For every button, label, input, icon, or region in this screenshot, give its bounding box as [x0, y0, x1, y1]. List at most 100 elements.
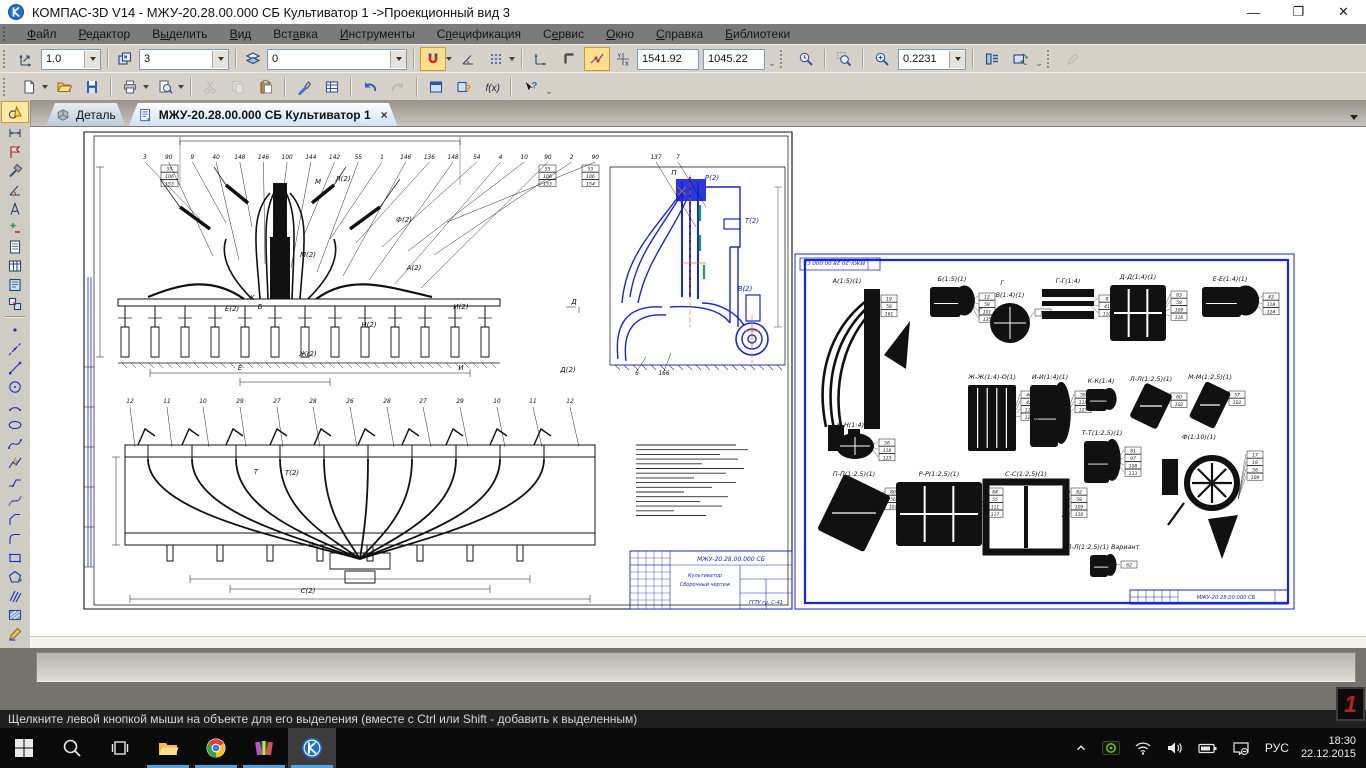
toolbar-drag-handle[interactable] [780, 50, 787, 68]
menu-item-1[interactable]: Файл [16, 27, 68, 41]
restore-button[interactable]: ❐ [1276, 0, 1321, 24]
winrar-button[interactable] [240, 728, 288, 768]
menu-item-11[interactable]: Библиотеки [714, 27, 801, 41]
refresh-image-button[interactable] [1007, 47, 1033, 71]
coordinate-y-field[interactable]: 1045.22 [703, 49, 765, 70]
toolbar-overflow-icon[interactable]: ⌄ [544, 77, 554, 97]
region-fill-tool-button[interactable] [2, 606, 28, 624]
view-number-combo[interactable]: 3 [139, 49, 229, 70]
toolbar-drag-handle[interactable] [3, 50, 10, 68]
print-button[interactable] [117, 75, 143, 99]
toolbar-overflow-icon[interactable]: ⌄ [1034, 49, 1044, 69]
language-indicator[interactable]: РУС [1265, 741, 1289, 755]
associative-views-tool-button[interactable] [2, 295, 28, 313]
zoom-level-combo[interactable]: 0.2231 [898, 49, 966, 70]
toolbar-overflow-icon[interactable]: ⌄ [767, 49, 777, 69]
zoom-previous-button[interactable] [793, 47, 819, 71]
menu-item-10[interactable]: Справка [645, 27, 714, 41]
view-number-combo-arrow[interactable] [212, 51, 228, 68]
paste-button[interactable] [253, 75, 279, 99]
menu-item-7[interactable]: Спецификация [426, 27, 532, 41]
dimensions-tool-button[interactable] [2, 124, 28, 142]
tab-list-dropdown-icon[interactable] [1350, 115, 1358, 120]
copy-properties-button[interactable] [291, 75, 317, 99]
spline-tool-button[interactable] [2, 435, 28, 453]
open-button[interactable] [51, 75, 77, 99]
layer-combo-arrow[interactable] [390, 51, 406, 68]
nvidia-tray-icon[interactable] [1102, 741, 1120, 755]
document-tab-2[interactable]: МЖУ-20.28.00.000 СБ Культиватор 1× [129, 103, 398, 126]
toolbar-drag-handle[interactable] [1047, 50, 1054, 68]
contour-tool-button[interactable] [2, 473, 28, 491]
wifi-icon[interactable] [1134, 741, 1152, 755]
collect-contour-tool-button[interactable] [2, 568, 28, 586]
minimize-button[interactable]: — [1231, 0, 1276, 24]
menu-item-8[interactable]: Сервис [532, 27, 595, 41]
polyline-tool-button[interactable] [2, 454, 28, 472]
drawing-area[interactable]: 3909401481461001441425511461361485441090… [30, 126, 1366, 637]
styles-button[interactable] [1060, 47, 1086, 71]
menu-item-4[interactable]: Вид [219, 27, 263, 41]
hatch-tool-button[interactable] [2, 587, 28, 605]
circle-tool-button[interactable] [2, 378, 28, 396]
editing-tool-button[interactable] [2, 162, 28, 180]
file-explorer-button[interactable] [144, 728, 192, 768]
arc-tool-button[interactable] [2, 397, 28, 415]
selection-tool-button[interactable] [2, 219, 28, 237]
desktop-counter-badge[interactable]: 1 [1336, 687, 1365, 721]
tab-close-icon[interactable]: × [381, 108, 388, 122]
rectangle-tool-button[interactable] [2, 549, 28, 567]
scale-combo[interactable]: 1.0 [41, 49, 101, 70]
document-layout-button[interactable] [979, 47, 1005, 71]
zoom-area-button[interactable] [831, 47, 857, 71]
grid-button[interactable] [483, 47, 509, 71]
toolbar-drag-handle[interactable] [3, 78, 10, 96]
menu-item-3[interactable]: Выделить [141, 27, 218, 41]
snap-lines-button[interactable] [584, 47, 610, 71]
menu-item-5[interactable]: Вставка [262, 27, 329, 41]
specification-tool-button[interactable] [2, 238, 28, 256]
properties-button[interactable] [319, 75, 345, 99]
fillet-tool-button[interactable] [2, 530, 28, 548]
zoom-by-selection-button[interactable] [869, 47, 895, 71]
parameterization-tool-button[interactable] [2, 181, 28, 199]
volume-icon[interactable] [1166, 741, 1184, 755]
task-view-button[interactable] [96, 728, 144, 768]
line-style-tool-button[interactable] [2, 625, 28, 643]
context-help-button[interactable]: ? [517, 75, 543, 99]
property-message-bar[interactable] [36, 652, 1356, 682]
menu-item-9[interactable]: Окно [595, 27, 645, 41]
search-button[interactable] [48, 728, 96, 768]
menubar-drag-handle[interactable] [3, 27, 10, 41]
reports-tool-button[interactable] [2, 257, 28, 275]
cut-button[interactable] [197, 75, 223, 99]
new-document-button[interactable] [16, 75, 42, 99]
geometry-tool-button[interactable] [1, 101, 29, 123]
save-button[interactable] [79, 75, 105, 99]
close-button[interactable]: ✕ [1321, 0, 1366, 24]
start-button[interactable] [0, 728, 48, 768]
measurement-tool-button[interactable] [2, 200, 28, 218]
snaps-toggle-button[interactable] [420, 47, 446, 71]
scale-combo-arrow[interactable] [84, 51, 100, 68]
battery-icon[interactable] [1198, 741, 1218, 755]
chrome-button[interactable] [192, 728, 240, 768]
redo-button[interactable] [385, 75, 411, 99]
angle-snap-button[interactable] [455, 47, 481, 71]
bezier-curve-tool-button[interactable] [2, 492, 28, 510]
ortho-drawing-button[interactable] [556, 47, 582, 71]
local-cs-button[interactable] [528, 47, 554, 71]
copy-button[interactable] [225, 75, 251, 99]
variables-button[interactable]: ? [451, 75, 477, 99]
ellipse-tool-button[interactable] [2, 416, 28, 434]
document-tab-1[interactable]: Деталь [46, 103, 126, 126]
action-center-icon[interactable] [1232, 741, 1250, 755]
kompas-taskbar-button[interactable] [288, 728, 336, 768]
clock[interactable]: 18:30 22.12.2015 [1301, 735, 1356, 761]
layer-combo[interactable]: 0 [267, 49, 407, 70]
segment-tool-button[interactable] [2, 359, 28, 377]
coordinate-x-field[interactable]: 1541.92 [637, 49, 699, 70]
new-window-button[interactable] [423, 75, 449, 99]
menu-item-6[interactable]: Инструменты [329, 27, 426, 41]
undo-button[interactable] [357, 75, 383, 99]
